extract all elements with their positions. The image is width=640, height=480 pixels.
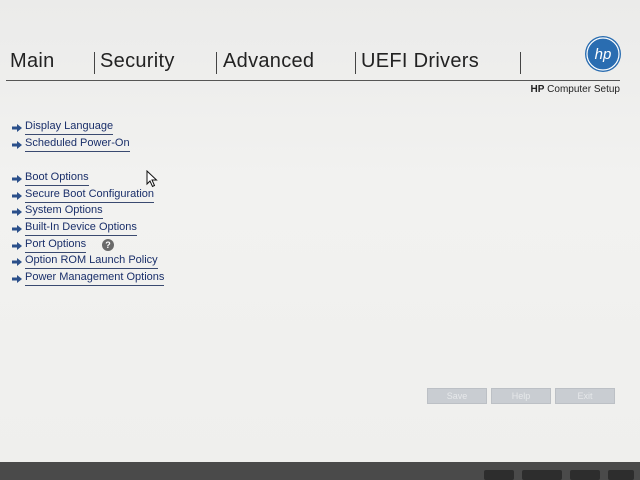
taskbar-item <box>522 470 562 480</box>
save-button[interactable]: Save <box>427 388 487 404</box>
menu-item-label: Secure Boot Configuration <box>25 188 155 203</box>
menu-item-label: Option ROM Launch Policy <box>25 254 158 269</box>
tab-separator <box>216 52 217 74</box>
tab-security[interactable]: Security <box>100 50 175 73</box>
menu-item-label: Boot Options <box>25 171 89 186</box>
tab-main[interactable]: Main <box>10 50 55 73</box>
tab-bar: Main Security Advanced UEFI Drivers <box>0 44 640 80</box>
bios-screen: Main Security Advanced UEFI Drivers hp H… <box>0 0 640 462</box>
monitor-bezel <box>0 462 640 480</box>
menu-item-label: Power Management Options <box>25 271 165 286</box>
arrow-right-icon <box>12 192 22 200</box>
menu-item-label: Scheduled Power-On <box>25 137 130 152</box>
taskbar-item <box>484 470 514 480</box>
help-button[interactable]: Help <box>491 388 551 404</box>
arrow-right-icon <box>12 275 22 283</box>
tab-advanced[interactable]: Advanced <box>223 50 314 73</box>
menu-item-label: Port Options <box>25 238 87 253</box>
arrow-right-icon <box>12 242 22 250</box>
arrow-right-icon <box>12 258 22 266</box>
arrow-right-icon <box>12 141 22 149</box>
taskbar-item <box>570 470 600 480</box>
app-subtitle: HP Computer Setup <box>530 84 620 95</box>
taskbar-item <box>608 470 634 480</box>
menu-item-label: Display Language <box>25 120 114 135</box>
arrow-right-icon <box>12 124 22 132</box>
arrow-right-icon <box>12 208 22 216</box>
help-icon[interactable]: ? <box>102 239 114 251</box>
arrow-right-icon <box>12 225 22 233</box>
tab-separator <box>520 52 521 74</box>
menu-item-label: Built-In Device Options <box>25 221 137 236</box>
tab-underline <box>6 80 620 81</box>
tab-separator <box>94 52 95 74</box>
mouse-pointer-icon <box>146 170 158 188</box>
exit-button[interactable]: Exit <box>555 388 615 404</box>
arrow-right-icon <box>12 175 22 183</box>
logo-text: hp <box>595 46 612 63</box>
subtitle-brand: HP <box>530 84 545 95</box>
menu-item-label: System Options <box>25 204 103 219</box>
tab-separator <box>355 52 356 74</box>
subtitle-text: Computer Setup <box>547 84 620 95</box>
hp-logo-icon: hp <box>585 36 621 72</box>
tab-uefi-drivers[interactable]: UEFI Drivers <box>361 50 479 73</box>
